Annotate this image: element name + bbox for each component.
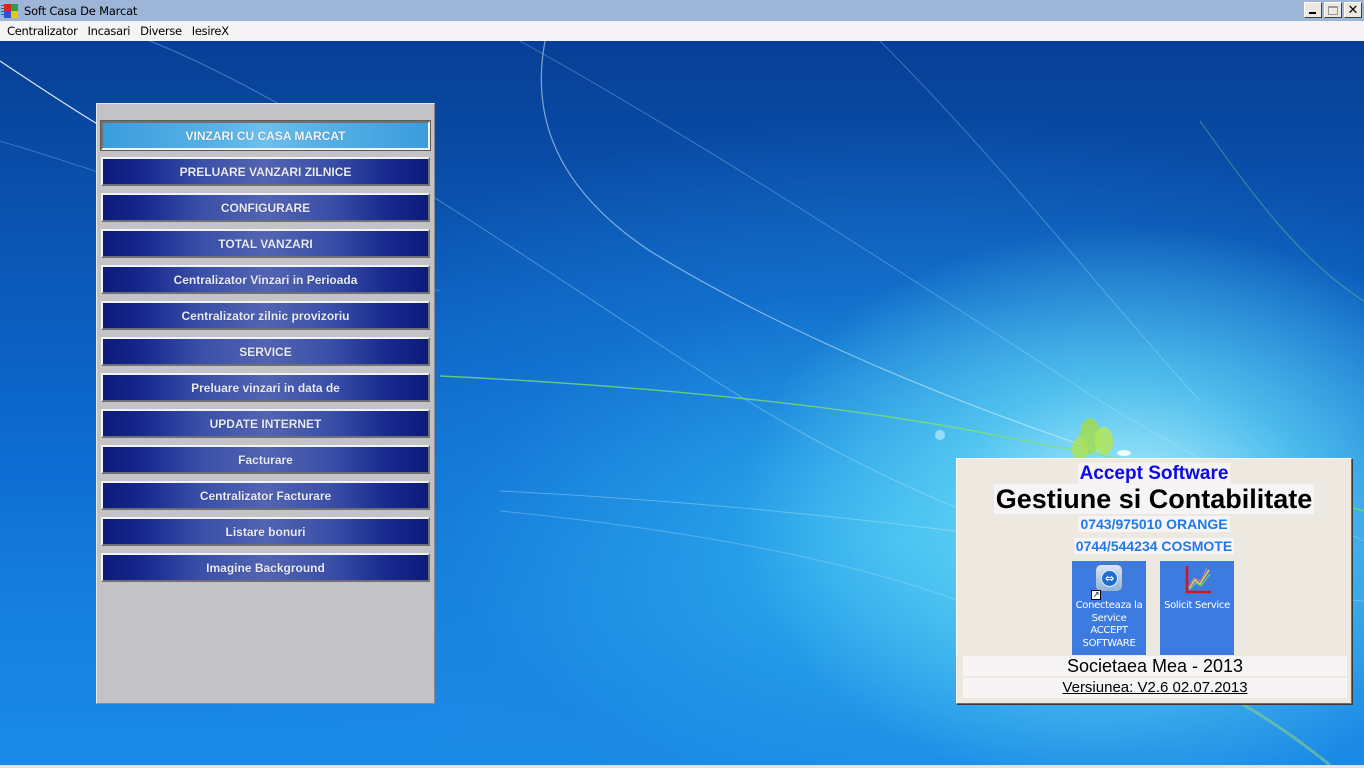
menu-iesirex[interactable]: IesireX <box>187 24 234 38</box>
version-info[interactable]: Versiunea: V2.6 02.07.2013 <box>963 678 1347 698</box>
menu-diverse[interactable]: Diverse <box>135 24 187 38</box>
product-name: Gestiune si Contabilitate <box>993 484 1315 514</box>
service-button[interactable]: SERVICE <box>101 337 430 366</box>
facturare-button[interactable]: Facturare <box>101 445 430 474</box>
centralizator-vinzari-perioada-button[interactable]: Centralizator Vinzari in Perioada <box>101 265 430 294</box>
phone-cosmote: 0744/544234 COSMOTE <box>1073 538 1235 554</box>
centralizator-facturare-button[interactable]: Centralizator Facturare <box>101 481 430 510</box>
window-controls: ✕ <box>1304 2 1362 18</box>
menu-bar: Centralizator Incasari Diverse IesireX <box>0 21 1364 41</box>
phone-orange: 0743/975010 ORANGE <box>1078 516 1230 532</box>
total-vanzari-button[interactable]: TOTAL VANZARI <box>101 229 430 258</box>
menu-incasari[interactable]: Incasari <box>83 24 136 38</box>
vinzari-cu-casa-marcat-button[interactable]: VINZARI CU CASA MARCAT <box>100 120 431 151</box>
imagine-background-button[interactable]: Imagine Background <box>101 553 430 582</box>
preluare-vinzari-data-button[interactable]: Preluare vinzari in data de <box>101 373 430 402</box>
preluare-vanzari-zilnice-button[interactable]: PRELUARE VANZARI ZILNICE <box>101 157 430 186</box>
menu-centralizator[interactable]: Centralizator <box>2 24 83 38</box>
update-internet-button[interactable]: UPDATE INTERNET <box>101 409 430 438</box>
app-icon <box>1 3 19 19</box>
solicit-service-label: Solicit Service <box>1164 600 1230 611</box>
main-menu-panel: VINZARI CU CASA MARCAT PRELUARE VANZARI … <box>96 103 435 704</box>
connect-service-label: Conecteaza la Service ACCEPT SOFTWARE <box>1075 600 1143 649</box>
configurare-button[interactable]: CONFIGURARE <box>101 193 430 222</box>
shortcut-arrow-icon: ↗ <box>1091 590 1101 600</box>
centralizator-zilnic-provizoriu-button[interactable]: Centralizator zilnic provizoriu <box>101 301 430 330</box>
chart-icon <box>1181 564 1213 596</box>
close-icon: ✕ <box>1347 2 1359 18</box>
close-button[interactable]: ✕ <box>1344 2 1362 18</box>
brand-name: Accept Software <box>1077 463 1231 484</box>
solicit-service-shortcut[interactable]: Solicit Service <box>1160 561 1234 655</box>
connect-service-shortcut[interactable]: ⇔ ↗ Conecteaza la Service ACCEPT SOFTWAR… <box>1072 561 1146 655</box>
window-title: Soft Casa De Marcat <box>24 3 138 18</box>
minimize-icon <box>1309 12 1316 14</box>
listare-bonuri-button[interactable]: Listare bonuri <box>101 517 430 546</box>
maximize-icon <box>1328 5 1338 15</box>
info-panel: Accept Software Gestiune si Contabilitat… <box>956 458 1352 704</box>
company-name: Societaea Mea - 2013 <box>963 656 1347 676</box>
title-bar[interactable]: Soft Casa De Marcat ✕ <box>0 0 1364 21</box>
minimize-button[interactable] <box>1304 2 1322 18</box>
maximize-button[interactable] <box>1324 2 1342 18</box>
teamviewer-icon: ⇔ ↗ <box>1091 564 1125 600</box>
